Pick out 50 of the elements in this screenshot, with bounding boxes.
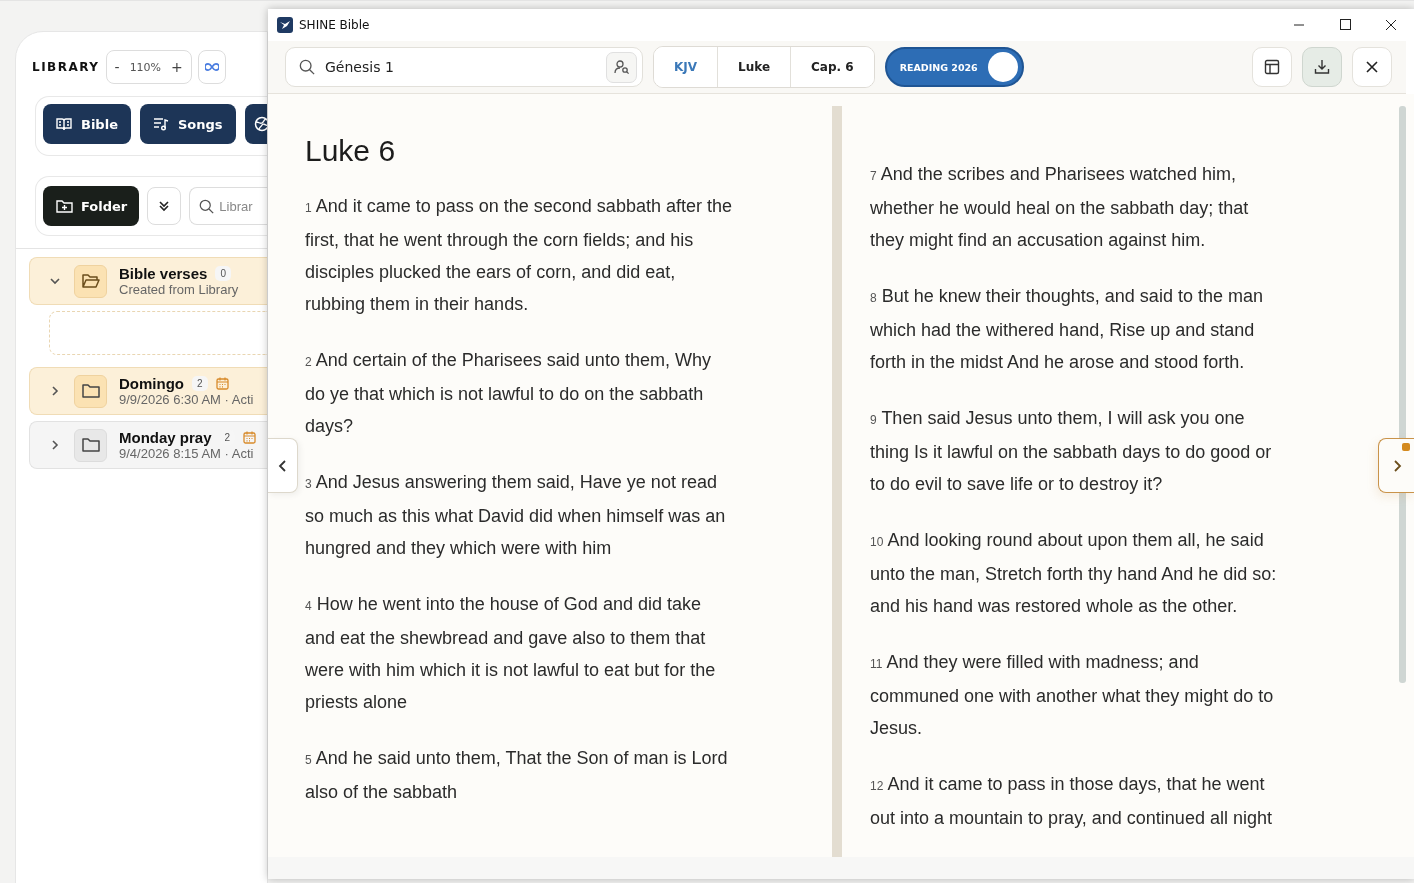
item-count: 2 xyxy=(192,376,208,391)
chevron-right-icon xyxy=(1391,458,1402,473)
search-icon xyxy=(199,198,215,214)
folder-item[interactable]: Monday pray 2 9/4/2026 8:15 AM · Acti xyxy=(29,421,267,469)
folder-name: Bible verses xyxy=(119,265,208,282)
download-button[interactable] xyxy=(1302,47,1342,87)
item-count: 0 xyxy=(215,266,231,281)
search-icon xyxy=(299,59,315,75)
close-icon xyxy=(1365,60,1379,74)
verse-search-input[interactable]: Génesis 1 xyxy=(323,58,598,76)
chevron-left-icon xyxy=(277,458,288,473)
verse-search-field[interactable]: Génesis 1 xyxy=(285,47,643,87)
next-chapter-button[interactable] xyxy=(1378,438,1414,493)
window-title: SHINE Bible xyxy=(299,18,370,32)
zoom-value: 110% xyxy=(129,60,162,74)
library-search-input[interactable]: Librar xyxy=(219,198,266,214)
library-title: LIBRARY xyxy=(32,60,100,74)
close-reader-button[interactable] xyxy=(1352,47,1392,87)
person-search-icon xyxy=(613,59,630,75)
chapter-title: Luke 6 xyxy=(305,134,397,168)
infinity-icon xyxy=(204,61,219,73)
folder-name: Domingo xyxy=(119,375,184,392)
folder-name: Monday pray xyxy=(119,429,212,446)
app-logo-icon xyxy=(277,17,293,33)
person-search-button[interactable] xyxy=(606,51,637,83)
folder-subtitle: Created from Library xyxy=(119,282,239,297)
folder-item[interactable]: Domingo 2 9/9/2026 6:30 AM · Acti xyxy=(29,367,267,415)
download-icon xyxy=(1314,59,1330,75)
reading-plan-toggle[interactable]: READING 2026 xyxy=(884,47,1024,87)
expand-all-button[interactable] xyxy=(147,187,182,225)
folder-icon xyxy=(74,374,107,408)
folder-item[interactable]: Bible verses 0 Created from Library xyxy=(29,257,267,305)
library-search-field[interactable]: Librar xyxy=(189,187,267,225)
mode-button[interactable]: Songs xyxy=(139,104,236,144)
double-chevron-icon xyxy=(158,200,171,212)
zoom-in-button[interactable]: + xyxy=(171,59,183,75)
mode-button[interactable]: Bible xyxy=(43,104,131,144)
folder-icon xyxy=(74,264,107,298)
layout-button[interactable] xyxy=(1252,47,1292,87)
layout-icon xyxy=(1264,59,1280,75)
folder-subtitle: 9/9/2026 6:30 AM · Acti xyxy=(119,392,254,407)
link-button[interactable] xyxy=(197,50,226,84)
folder-plus-icon xyxy=(56,199,73,213)
zoom-out-button[interactable]: - xyxy=(114,59,120,75)
folder-subtitle: 9/4/2026 8:15 AM · Acti xyxy=(119,446,255,461)
reference-option[interactable]: KJV xyxy=(654,47,719,87)
folder-icon xyxy=(74,428,107,462)
new-folder-button[interactable]: Folder xyxy=(43,186,140,226)
book-icon xyxy=(56,117,72,131)
music-list-icon xyxy=(152,117,169,131)
